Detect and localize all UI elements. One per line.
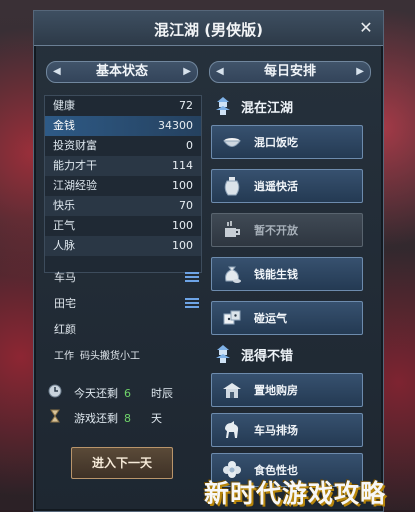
stat-row: 快乐 70	[45, 196, 201, 216]
money-pouch-icon	[225, 266, 241, 283]
pagoda-icon	[216, 345, 230, 363]
work-label: 工作	[54, 351, 74, 362]
clock-icon	[48, 384, 62, 398]
stat-label: 能力才干	[53, 159, 97, 172]
button-label: 逍遥快活	[254, 180, 298, 193]
dice-icon	[223, 310, 241, 325]
not-open-button[interactable]: 暂不开放	[211, 213, 363, 247]
stat-value: 70	[179, 199, 193, 212]
group-header-doing-well: 混得不错	[211, 341, 371, 367]
right-arrow-icon: ▶	[356, 66, 364, 77]
group-title: 混得不错	[241, 349, 294, 364]
house-icon	[223, 383, 241, 398]
earn-living-button[interactable]: 混口饭吃	[211, 125, 363, 159]
work-line: 工作 码头搬货小工	[54, 347, 140, 362]
group-header-jianghu: 混在江湖	[211, 93, 371, 119]
stat-row: 江湖经验 100	[45, 176, 201, 196]
list-icon[interactable]	[185, 298, 199, 308]
teacup-icon	[225, 221, 240, 237]
button-label: 暂不开放	[254, 224, 298, 237]
basic-status-header: ◀ 基本状态 ▶	[46, 61, 198, 83]
hourglass-icon	[50, 409, 60, 423]
basic-status-title: 基本状态	[95, 64, 148, 79]
wine-jar-icon	[224, 177, 240, 196]
game-status-window: 混江湖 (男侠版) ✕ ◀ 基本状态 ▶ ◀ 每日安排 ▶ 健康 72 金钱 3…	[33, 10, 384, 512]
left-arrow-icon: ◀	[53, 66, 61, 77]
game-remaining: 游戏还剩 8 天	[74, 410, 162, 426]
asset-carriage-label: 车马	[54, 271, 76, 284]
stat-value: 34300	[158, 119, 193, 132]
stat-value: 100	[172, 179, 193, 192]
stat-value: 0	[186, 139, 193, 152]
work-value: 码头搬货小工	[80, 351, 140, 362]
horse-icon	[225, 421, 239, 438]
carriage-display-button[interactable]: 车马排场	[211, 413, 363, 447]
group-title: 混在江湖	[241, 101, 294, 116]
stat-row: 金钱 34300	[45, 116, 201, 136]
window-title: 混江湖 (男侠版)	[154, 21, 263, 39]
watermark-text: 新时代游戏攻略	[204, 479, 387, 508]
stat-label: 江湖经验	[53, 179, 97, 192]
daily-plan-title: 每日安排	[263, 64, 316, 79]
stat-value: 100	[172, 219, 193, 232]
stat-row: 投资财富 0	[45, 136, 201, 156]
today-remaining: 今天还剩 6 时辰	[74, 385, 173, 401]
stat-row: 人脉 100	[45, 236, 201, 256]
rice-bowl-icon	[223, 138, 241, 147]
stat-label: 投资财富	[53, 139, 97, 152]
stat-label: 快乐	[53, 199, 75, 212]
stat-row: 能力才干 114	[45, 156, 201, 176]
asset-estate-label: 田宅	[54, 297, 76, 310]
button-label: 钱能生钱	[254, 268, 298, 281]
game-remaining-unit: 天	[151, 412, 162, 425]
today-remaining-value: 6	[124, 387, 131, 400]
stats-table: 健康 72 金钱 34300 投资财富 0 能力才干 114 江湖经验 100 …	[44, 95, 202, 273]
asset-companion-label: 红颜	[54, 323, 76, 336]
stat-label: 人脉	[53, 239, 75, 252]
right-arrow-icon: ▶	[183, 66, 191, 77]
stat-row: 健康 72	[45, 96, 201, 116]
today-remaining-label: 今天还剩	[74, 387, 118, 400]
list-icon[interactable]	[185, 272, 199, 282]
close-icon[interactable]: ✕	[357, 19, 375, 37]
game-remaining-value: 8	[124, 412, 131, 425]
stat-label: 健康	[53, 99, 75, 112]
left-arrow-icon: ◀	[216, 66, 224, 77]
try-luck-button[interactable]: 碰运气	[211, 301, 363, 335]
button-label: 置地购房	[254, 384, 298, 397]
invest-money-button[interactable]: 钱能生钱	[211, 257, 363, 291]
title-bar: 混江湖 (男侠版) ✕	[34, 11, 383, 46]
stat-label: 正气	[53, 219, 75, 232]
button-label: 混口饭吃	[254, 136, 298, 149]
stat-label: 金钱	[53, 119, 75, 132]
today-remaining-unit: 时辰	[151, 387, 173, 400]
have-fun-button[interactable]: 逍遥快活	[211, 169, 363, 203]
stat-value: 100	[172, 239, 193, 252]
stat-value: 72	[179, 99, 193, 112]
game-remaining-label: 游戏还剩	[74, 412, 118, 425]
pagoda-icon	[216, 97, 230, 115]
daily-plan-header: ◀ 每日安排 ▶	[209, 61, 371, 83]
stat-row: 正气 100	[45, 216, 201, 236]
buy-property-button[interactable]: 置地购房	[211, 373, 363, 407]
stat-value: 114	[172, 159, 193, 172]
next-day-button[interactable]: 进入下一天	[71, 447, 173, 479]
button-label: 碰运气	[254, 312, 287, 325]
button-label: 车马排场	[254, 424, 298, 437]
